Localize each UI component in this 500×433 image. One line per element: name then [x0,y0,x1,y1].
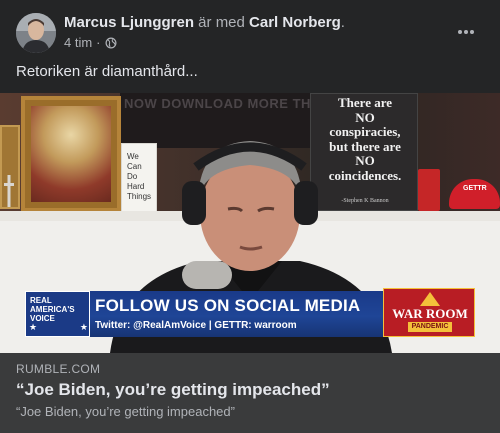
warroom-logo: WAR ROOM PANDEMIC [383,288,475,337]
banner-main: FOLLOW US ON SOCIAL MEDIA Twitter: @Real… [90,291,384,337]
header-period: . [340,14,345,31]
network-logo: REAL AMERICA'S VOICE ★ ★ [25,291,90,337]
video-thumbnail[interactable]: NOW DOWNLOAD MORE THAN / OM RE... We Can… [0,93,500,353]
red-mug [418,169,440,211]
tagged-person-name[interactable]: Carl Norberg [249,14,341,31]
banner-title: FOLLOW US ON SOCIAL MEDIA [95,296,361,315]
link-domain: RUMBLE.COM [16,362,101,376]
author-name[interactable]: Marcus Ljunggren [64,14,194,31]
post-meta: 4 tim · [64,35,117,51]
link-title[interactable]: “Joe Biden, you’re getting impeached” [16,379,330,401]
more-horizontal-icon [458,30,474,34]
cross-icon [4,175,14,207]
avatar-image [16,13,56,53]
author-avatar[interactable] [16,13,56,53]
link-description: “Joe Biden, you’re getting impeached” [16,404,235,419]
link-preview[interactable]: RUMBLE.COM “Joe Biden, you’re getting im… [0,353,500,433]
post-header-line: Marcus Ljunggren är med Carl Norberg. [64,13,345,32]
globe-icon[interactable] [105,37,117,49]
microphone [182,261,232,289]
lower-third-banner: REAL AMERICA'S VOICE ★ ★ FOLLOW US ON SO… [25,288,475,337]
warroom-triangle-icon [420,292,440,306]
banner-subtitle: Twitter: @RealAmVoice | GETTR: warroom [95,320,297,331]
post-text: Retoriken är diamanthård... [16,63,198,80]
warroom-logo-text: WAR ROOM [392,306,468,321]
meta-separator: · [96,35,101,50]
feed-post: Marcus Ljunggren är med Carl Norberg. 4 … [0,0,500,433]
post-timestamp[interactable]: 4 tim [64,35,92,51]
star-icon: ★ [79,322,88,332]
network-logo-text: REAL AMERICA'S VOICE [30,296,75,323]
star-icon: ★ [29,322,38,332]
painting-canvas [31,106,111,202]
logo-stars: ★ ★ [29,322,88,333]
pandemic-label: PANDEMIC [408,322,452,332]
more-options-button[interactable] [454,20,478,44]
hat-text: GETTR [463,185,487,192]
with-text: är med [194,14,250,31]
